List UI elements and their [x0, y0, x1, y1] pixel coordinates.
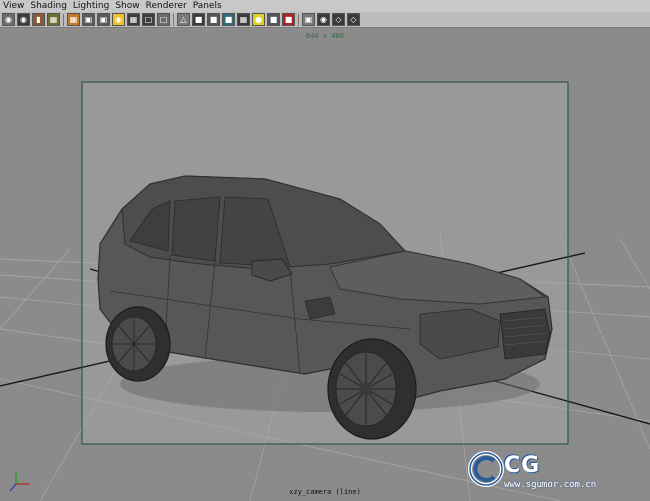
select-camera-icon[interactable]: ◉: [2, 13, 15, 26]
toolbar-separator: [298, 13, 299, 26]
toolbar-separator: [63, 13, 64, 26]
resolution-label: 640 x 480: [306, 32, 344, 40]
default-material-icon[interactable]: ■: [207, 13, 220, 26]
field-chart-icon[interactable]: ▦: [127, 13, 140, 26]
textured-icon[interactable]: ▦: [237, 13, 250, 26]
safe-action-icon[interactable]: □: [142, 13, 155, 26]
gate-mask-icon[interactable]: ◉: [112, 13, 125, 26]
xray-icon[interactable]: ◉: [317, 13, 330, 26]
menu-shading[interactable]: Shading: [27, 0, 70, 12]
image-plane-icon[interactable]: ▦: [47, 13, 60, 26]
menu-show[interactable]: Show: [112, 0, 142, 12]
film-gate-icon[interactable]: ▣: [82, 13, 95, 26]
watermark-logo-icon: [468, 451, 504, 487]
resolution-gate-icon[interactable]: ▣: [97, 13, 110, 26]
panel-toolbar: ◉ ◉ ▮ ▦ ▦ ▣ ▣ ◉ ▦ □ □ △ ■ ■ ■ ▦ ● ■ ■ ▣ …: [0, 12, 650, 28]
shaded-wire-icon[interactable]: ■: [222, 13, 235, 26]
grid-icon[interactable]: ▦: [67, 13, 80, 26]
wireframe-icon[interactable]: △: [177, 13, 190, 26]
safe-title-icon[interactable]: □: [157, 13, 170, 26]
bookmark-icon[interactable]: ▮: [32, 13, 45, 26]
lights-icon[interactable]: ●: [252, 13, 265, 26]
toolbar-separator: [173, 13, 174, 26]
watermark: CG www.sgumor.com.cn: [464, 447, 644, 497]
shadows-icon[interactable]: ■: [267, 13, 280, 26]
smooth-shade-icon[interactable]: ■: [192, 13, 205, 26]
maya-viewport-panel: View Shading Lighting Show Renderer Pane…: [0, 0, 650, 501]
backface-icon[interactable]: ◇: [347, 13, 360, 26]
camera-attributes-icon[interactable]: ◉: [17, 13, 30, 26]
high-quality-icon[interactable]: ■: [282, 13, 295, 26]
menu-panels[interactable]: Panels: [190, 0, 225, 12]
watermark-logo-text: CG: [504, 453, 541, 478]
watermark-url: www.sgumor.com.cn: [504, 480, 597, 490]
isolate-select-icon[interactable]: ▣: [302, 13, 315, 26]
camera-viewport[interactable]: 640 x 480 xzy_camera (line) CG www.sgumo…: [0, 29, 650, 501]
menu-view[interactable]: View: [0, 0, 27, 12]
xray-joints-icon[interactable]: ◇: [332, 13, 345, 26]
menu-lighting[interactable]: Lighting: [70, 0, 112, 12]
menu-renderer[interactable]: Renderer: [143, 0, 190, 12]
scene-canvas: [0, 29, 650, 501]
panel-menubar: View Shading Lighting Show Renderer Pane…: [0, 0, 650, 12]
